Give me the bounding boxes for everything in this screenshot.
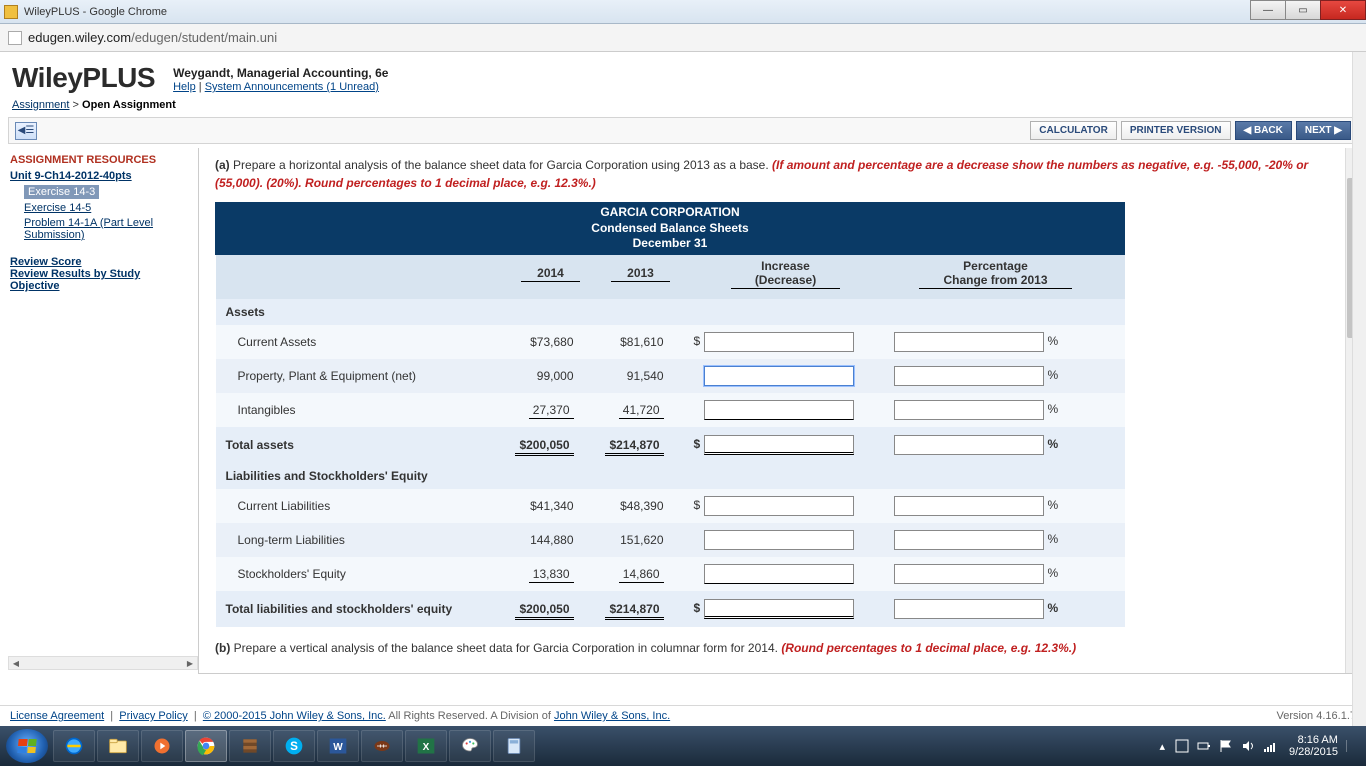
- section-assets: Assets: [216, 299, 1125, 325]
- volume-icon[interactable]: [1241, 739, 1255, 753]
- taskbar-calculator[interactable]: [493, 730, 535, 762]
- row-current-assets: Current Assets $73,680 $81,610 $ %: [216, 325, 1125, 359]
- input-inc-equity[interactable]: [704, 564, 854, 584]
- svg-text:S: S: [290, 740, 298, 753]
- instruction-a: (a) Prepare a horizontal analysis of the…: [205, 152, 1339, 200]
- input-inc-current-liab[interactable]: [704, 496, 854, 516]
- taskbar-winrar[interactable]: [229, 730, 271, 762]
- version-label: Version 4.16.1.7: [1276, 710, 1356, 722]
- assignment-toolbar: ◀☰ CALCULATOR PRINTER VERSION ◀ BACK NEX…: [8, 117, 1358, 144]
- input-pct-total-assets[interactable]: [894, 435, 1044, 455]
- taskbar-ie[interactable]: [53, 730, 95, 762]
- taskbar-word[interactable]: W: [317, 730, 359, 762]
- section-liabilities: Liabilities and Stockholders' Equity: [216, 463, 1125, 489]
- system-announcements-link[interactable]: System Announcements (1 Unread): [205, 81, 379, 93]
- url-text[interactable]: edugen.wiley.com/edugen/student/main.uni: [28, 30, 277, 45]
- tray-up-icon[interactable]: ▴: [1159, 740, 1165, 753]
- input-pct-longterm-liab[interactable]: [894, 530, 1044, 550]
- breadcrumb: Assignment > Open Assignment: [0, 96, 1366, 117]
- calculator-button[interactable]: CALCULATOR: [1030, 121, 1117, 140]
- wileyplus-logo: WileyPLUS: [12, 62, 155, 94]
- next-button[interactable]: NEXT ▶: [1296, 121, 1351, 140]
- license-agreement-link[interactable]: License Agreement: [10, 710, 104, 722]
- input-pct-equity[interactable]: [894, 564, 1044, 584]
- taskbar: S W X ▴ 8:16 AM 9/28/2015: [0, 726, 1366, 766]
- svg-text:X: X: [423, 742, 430, 753]
- menu-toggle-button[interactable]: ◀☰: [15, 122, 37, 140]
- row-total-liab-equity: Total liabilities and stockholders' equi…: [216, 591, 1125, 627]
- browser-scrollbar[interactable]: [1352, 52, 1366, 726]
- battery-icon[interactable]: [1197, 739, 1211, 753]
- app-icon: [4, 5, 18, 19]
- privacy-policy-link[interactable]: Privacy Policy: [119, 710, 187, 722]
- taskbar-chrome[interactable]: [185, 730, 227, 762]
- input-inc-total-liab[interactable]: [704, 599, 854, 619]
- sidebar-hscroll[interactable]: ◀ ▶: [8, 656, 198, 670]
- sidebar-heading: ASSIGNMENT RESOURCES: [10, 154, 192, 166]
- taskbar-football[interactable]: [361, 730, 403, 762]
- copyright-link[interactable]: © 2000-2015 John Wiley & Sons, Inc.: [203, 710, 386, 722]
- hscroll-left-icon[interactable]: ◀: [9, 657, 23, 669]
- window-titlebar: WileyPLUS - Google Chrome ― ▭ ✕: [0, 0, 1366, 24]
- help-link[interactable]: Help: [173, 81, 196, 93]
- row-total-assets: Total assets $200,050 $214,870 $ %: [216, 427, 1125, 463]
- review-results-link[interactable]: Review Results by Study Objective: [10, 268, 192, 292]
- taskbar-mediaplayer[interactable]: [141, 730, 183, 762]
- input-inc-longterm-liab[interactable]: [704, 530, 854, 550]
- wiley-link[interactable]: John Wiley & Sons, Inc.: [554, 710, 670, 722]
- breadcrumb-assignment[interactable]: Assignment: [12, 99, 69, 111]
- sidebar: ASSIGNMENT RESOURCES Unit 9-Ch14-2012-40…: [8, 148, 198, 674]
- input-pct-ppe[interactable]: [894, 366, 1044, 386]
- instruction-b: (b) Prepare a vertical analysis of the b…: [205, 629, 1339, 665]
- balance-sheet-table: GARCIA CORPORATION Condensed Balance She…: [215, 202, 1125, 627]
- flag-icon[interactable]: [1219, 739, 1233, 753]
- taskbar-explorer[interactable]: [97, 730, 139, 762]
- printer-version-button[interactable]: PRINTER VERSION: [1121, 121, 1231, 140]
- show-desktop-button[interactable]: [1346, 740, 1356, 752]
- breadcrumb-current: Open Assignment: [82, 99, 176, 111]
- action-center-icon[interactable]: [1175, 739, 1189, 753]
- input-pct-current-assets[interactable]: [894, 332, 1044, 352]
- row-stockholders-equity: Stockholders' Equity 13,830 14,860 %: [216, 557, 1125, 591]
- windows-logo-icon: [17, 739, 36, 753]
- window-title: WileyPLUS - Google Chrome: [24, 6, 167, 18]
- network-icon[interactable]: [1263, 739, 1277, 753]
- review-score-link[interactable]: Review Score: [10, 256, 82, 268]
- input-pct-current-liab[interactable]: [894, 496, 1044, 516]
- course-title: Weygandt, Managerial Accounting, 6e: [173, 62, 388, 80]
- wp-header: WileyPLUS Weygandt, Managerial Accountin…: [0, 52, 1366, 96]
- taskbar-skype[interactable]: S: [273, 730, 315, 762]
- maximize-button[interactable]: ▭: [1285, 0, 1321, 20]
- sidebar-item-ex14-5[interactable]: Exercise 14-5: [24, 202, 91, 214]
- taskbar-excel[interactable]: X: [405, 730, 447, 762]
- hscroll-right-icon[interactable]: ▶: [183, 657, 197, 669]
- system-tray: ▴ 8:16 AM 9/28/2015: [1153, 734, 1360, 758]
- svg-text:W: W: [333, 742, 343, 753]
- back-button[interactable]: ◀ BACK: [1235, 121, 1292, 140]
- row-longterm-liabilities: Long-term Liabilities 144,880 151,620 %: [216, 523, 1125, 557]
- input-inc-current-assets[interactable]: [704, 332, 854, 352]
- start-button[interactable]: [6, 729, 48, 763]
- sidebar-item-prob14-1a[interactable]: Problem 14-1A (Part Level Submission): [24, 217, 192, 241]
- input-pct-total-liab[interactable]: [894, 599, 1044, 619]
- input-pct-intangibles[interactable]: [894, 400, 1044, 420]
- unit-link[interactable]: Unit 9-Ch14-2012-40pts: [10, 170, 132, 182]
- input-inc-total-assets[interactable]: [704, 435, 854, 455]
- row-current-liabilities: Current Liabilities $41,340 $48,390 $ %: [216, 489, 1125, 523]
- exercise-panel: (a) Prepare a horizontal analysis of the…: [198, 148, 1358, 674]
- close-button[interactable]: ✕: [1320, 0, 1366, 20]
- page-content: WileyPLUS Weygandt, Managerial Accountin…: [0, 52, 1366, 726]
- page-icon: [8, 31, 22, 45]
- minimize-button[interactable]: ―: [1250, 0, 1286, 20]
- clock[interactable]: 8:16 AM 9/28/2015: [1289, 734, 1338, 758]
- taskbar-paint[interactable]: [449, 730, 491, 762]
- address-bar: edugen.wiley.com/edugen/student/main.uni: [0, 24, 1366, 52]
- input-inc-intangibles[interactable]: [704, 400, 854, 420]
- footer: License Agreement | Privacy Policy | © 2…: [0, 705, 1366, 726]
- sidebar-item-ex14-3[interactable]: Exercise 14-3: [24, 185, 99, 199]
- row-intangibles: Intangibles 27,370 41,720 %: [216, 393, 1125, 427]
- row-ppe: Property, Plant & Equipment (net) 99,000…: [216, 359, 1125, 393]
- input-inc-ppe[interactable]: [704, 366, 854, 386]
